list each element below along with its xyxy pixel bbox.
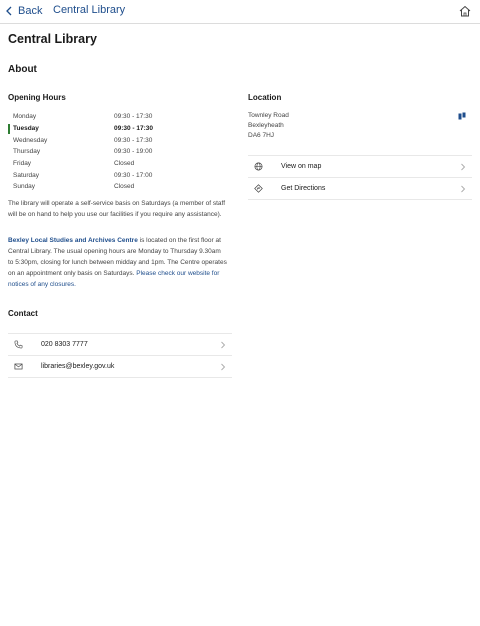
email-icon: [14, 363, 23, 370]
get-directions-label: Get Directions: [281, 185, 326, 192]
hours-row-saturday: Saturday 09:30 - 17:00: [8, 169, 178, 181]
about-heading: About: [8, 64, 37, 75]
time-label: 09:30 - 17:30: [114, 113, 153, 121]
time-label: 09:30 - 17:30: [114, 136, 153, 144]
phone-number: 020 8303 7777: [41, 341, 88, 348]
archives-link[interactable]: Bexley Local Studies and Archives Centre: [8, 237, 138, 244]
hours-row-wednesday: Wednesday 09:30 - 17:30: [8, 134, 178, 146]
back-label: Back: [18, 5, 43, 17]
today-marker: [8, 123, 10, 134]
hours-row-monday: Monday 09:30 - 17:30: [8, 111, 178, 123]
day-label: Thursday: [13, 148, 41, 156]
time-label: Closed: [114, 183, 135, 191]
time-label: 09:30 - 17:00: [114, 171, 153, 179]
globe-icon: [254, 162, 263, 171]
contact-list: 020 8303 7777 libraries@bexley.gov.uk: [8, 333, 232, 378]
address-line: DA6 7HJ: [248, 132, 275, 139]
address-line: Townley Road: [248, 112, 289, 119]
chevron-right-icon: [221, 341, 226, 349]
hours-row-thursday: Thursday 09:30 - 19:00: [8, 146, 178, 158]
view-on-map-button[interactable]: View on map: [248, 156, 472, 178]
day-label: Monday: [13, 113, 37, 121]
time-label: 09:30 - 19:00: [114, 148, 153, 156]
archives-note: Bexley Local Studies and Archives Centre…: [8, 235, 228, 290]
opening-hours-table: Monday 09:30 - 17:30 Tuesday 09:30 - 17:…: [8, 111, 178, 193]
email-address: libraries@bexley.gov.uk: [41, 363, 115, 370]
address-line: Bexleyheath: [248, 122, 284, 129]
self-service-note: The library will operate a self-service …: [8, 200, 225, 218]
day-label: Wednesday: [13, 136, 48, 144]
day-label: Friday: [13, 160, 32, 168]
directions-icon: [254, 184, 263, 193]
hours-row-friday: Friday Closed: [8, 158, 178, 170]
day-label: Tuesday: [13, 125, 39, 133]
phone-icon: [14, 340, 23, 349]
get-directions-button[interactable]: Get Directions: [248, 178, 472, 200]
hours-row-sunday: Sunday Closed: [8, 181, 178, 193]
home-icon[interactable]: [458, 4, 472, 18]
page-title: Central Library: [8, 32, 97, 46]
chevron-left-icon: [6, 6, 12, 16]
chevron-right-icon: [461, 163, 466, 171]
location-actions-list: View on map Get Directions: [248, 155, 472, 200]
time-label: 09:30 - 17:30: [114, 125, 154, 133]
day-label: Saturday: [13, 171, 40, 179]
phone-button[interactable]: 020 8303 7777: [8, 334, 232, 356]
hours-row-tuesday: Tuesday 09:30 - 17:30: [8, 123, 178, 135]
address: Townley Road Bexleyheath DA6 7HJ: [248, 111, 289, 141]
location-heading: Location: [248, 93, 282, 102]
contact-heading: Contact: [8, 309, 38, 318]
view-on-map-label: View on map: [281, 163, 322, 170]
back-button[interactable]: Back: [6, 3, 42, 19]
navigation-bar: Back Central Library: [0, 0, 480, 24]
nav-title: Central Library: [53, 4, 126, 16]
day-label: Sunday: [13, 183, 36, 191]
map-pin-icon: [458, 112, 466, 120]
opening-hours-heading: Opening Hours: [8, 93, 66, 102]
time-label: Closed: [114, 160, 135, 168]
chevron-right-icon: [221, 363, 226, 371]
email-button[interactable]: libraries@bexley.gov.uk: [8, 356, 232, 378]
chevron-right-icon: [461, 185, 466, 193]
